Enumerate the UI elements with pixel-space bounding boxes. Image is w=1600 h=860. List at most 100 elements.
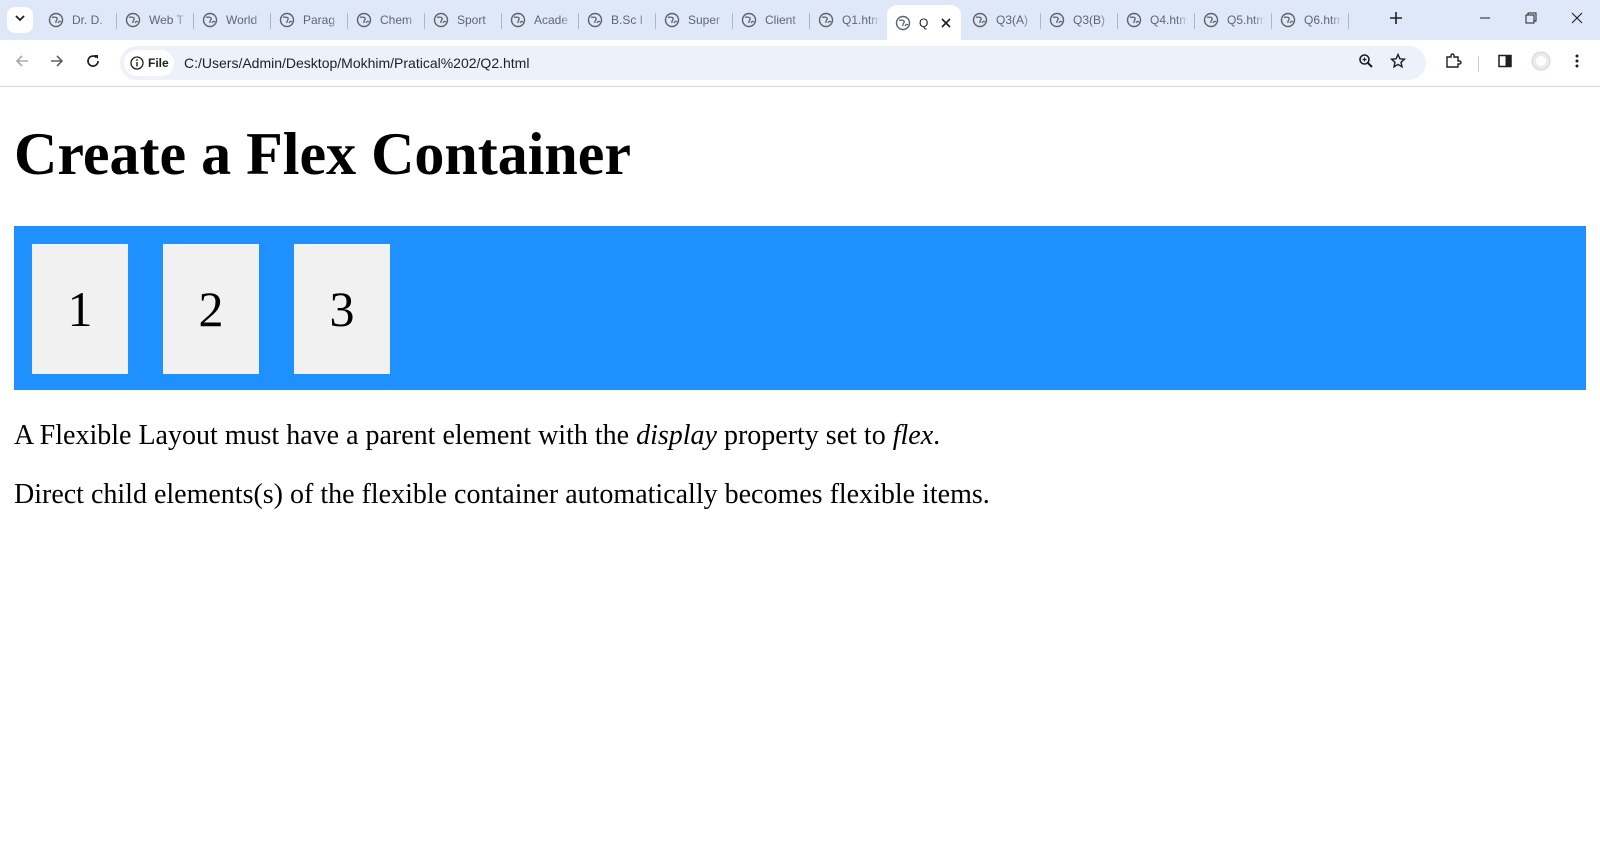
tab-label: World xyxy=(226,13,258,27)
reload-icon xyxy=(85,53,101,74)
tab-label: Dr. D. xyxy=(72,13,103,27)
forward-button[interactable] xyxy=(43,49,71,77)
puzzle-icon xyxy=(1444,52,1462,75)
browser-tab[interactable]: Q3(A) xyxy=(964,5,1041,35)
globe-icon xyxy=(1049,12,1065,28)
url-text[interactable]: C:/Users/Admin/Desktop/Mokhim/Pratical%2… xyxy=(184,46,529,80)
flex-item: 2 xyxy=(163,244,259,374)
browser-tab[interactable]: Q6.htm xyxy=(1272,5,1349,35)
tab-label: Web T xyxy=(149,13,184,27)
tab-label: B.Sc I xyxy=(611,13,644,27)
globe-icon xyxy=(972,12,988,28)
minimize-button[interactable] xyxy=(1462,0,1508,40)
tab-label: Super xyxy=(688,13,721,27)
side-panel-button[interactable] xyxy=(1491,49,1519,77)
menu-button[interactable] xyxy=(1563,49,1591,77)
flex-item: 1 xyxy=(32,244,128,374)
browser-tab[interactable]: Sport xyxy=(425,5,502,35)
paragraph-text: . xyxy=(933,420,941,451)
globe-icon xyxy=(1203,12,1219,28)
tab-label: Acade xyxy=(534,13,569,27)
new-tab-button[interactable] xyxy=(1384,8,1408,32)
browser-tab[interactable]: B.Sc I xyxy=(579,5,656,35)
globe-icon xyxy=(741,12,757,28)
tab-label: Client xyxy=(765,13,796,27)
side-panel-icon xyxy=(1497,53,1513,74)
globe-icon xyxy=(279,12,295,28)
zoom-button[interactable] xyxy=(1354,51,1378,75)
arrow-right-icon xyxy=(49,53,65,74)
close-icon xyxy=(1571,11,1583,29)
globe-icon xyxy=(664,12,680,28)
paragraph-text: property set to xyxy=(716,420,893,451)
tab-label: Q1.htm xyxy=(842,13,880,27)
profile-button[interactable] xyxy=(1527,49,1555,77)
tab-strip: Dr. D. Web T World Parag Chem Sport Acade B.Sc … xyxy=(0,0,1600,40)
browser-toolbar: File C:/Users/Admin/Desktop/Mokhim/Prati… xyxy=(0,40,1600,87)
browser-tab[interactable]: Q4.htm xyxy=(1118,5,1195,35)
browser-tab[interactable]: Client xyxy=(733,5,810,35)
chevron-down-icon xyxy=(14,11,26,29)
browser-tab[interactable]: Q3(B) xyxy=(1041,5,1118,35)
arrow-left-icon xyxy=(14,53,30,74)
browser-tab[interactable]: Parag xyxy=(271,5,348,35)
emphasis-display: display xyxy=(636,420,717,451)
globe-icon xyxy=(587,12,603,28)
toolbar-divider xyxy=(1478,56,1479,72)
tab-label: Parag xyxy=(303,13,336,27)
page-content: Create a Flex Container 1 2 3 A Flexible… xyxy=(0,87,1600,860)
restore-icon xyxy=(1525,11,1537,29)
star-icon xyxy=(1389,52,1407,74)
address-bar[interactable]: File C:/Users/Admin/Desktop/Mokhim/Prati… xyxy=(120,46,1426,80)
browser-tab[interactable]: Web T xyxy=(117,5,194,35)
globe-icon xyxy=(818,12,834,28)
close-tab-icon[interactable] xyxy=(941,17,951,28)
browser-tab[interactable]: Q xyxy=(887,5,961,40)
back-button[interactable] xyxy=(8,49,36,77)
browser-tab[interactable]: Super xyxy=(656,5,733,35)
tab-search-button[interactable] xyxy=(7,7,33,33)
reload-button[interactable] xyxy=(79,49,107,77)
tab-label: Q6.htm xyxy=(1304,13,1342,27)
plus-icon xyxy=(1389,11,1403,30)
bookmark-button[interactable] xyxy=(1386,51,1410,75)
avatar xyxy=(1531,51,1551,76)
globe-icon xyxy=(125,12,141,28)
flex-item: 3 xyxy=(294,244,390,374)
browser-tab[interactable]: Q1.htm xyxy=(810,5,887,35)
tab-label: Q xyxy=(919,15,929,30)
flex-container: 1 2 3 xyxy=(14,226,1586,390)
minimize-icon xyxy=(1479,11,1491,29)
browser-tab[interactable]: Dr. D. xyxy=(40,5,117,35)
site-info-label: File xyxy=(148,56,169,70)
extensions-button[interactable] xyxy=(1439,49,1467,77)
globe-icon xyxy=(1126,12,1142,28)
globe-icon xyxy=(202,12,218,28)
site-info-chip[interactable]: File xyxy=(124,50,174,76)
tab-label: Q4.htm xyxy=(1150,13,1188,27)
tab-label: Chem xyxy=(380,13,413,27)
tab-label: Sport xyxy=(457,13,486,27)
restore-button[interactable] xyxy=(1508,0,1554,40)
tab-label: Q3(B) xyxy=(1073,13,1106,27)
globe-icon xyxy=(48,12,64,28)
zoom-icon xyxy=(1358,53,1374,74)
browser-tab[interactable]: World xyxy=(194,5,271,35)
description-paragraph: Direct child elements(s) of the flexible… xyxy=(14,479,990,510)
globe-icon xyxy=(356,12,372,28)
browser-tab[interactable]: Chem xyxy=(348,5,425,35)
tab-separator xyxy=(1348,13,1349,29)
paragraph-text: A Flexible Layout must have a parent ele… xyxy=(14,420,637,451)
tab-label: Q5.htm xyxy=(1227,13,1265,27)
info-icon xyxy=(130,56,144,70)
emphasis-flex: flex xyxy=(892,420,934,451)
browser-tab[interactable]: Acade xyxy=(502,5,579,35)
globe-icon xyxy=(433,12,449,28)
globe-icon xyxy=(1280,12,1296,28)
browser-tab[interactable]: Q5.htm xyxy=(1195,5,1272,35)
page-title: Create a Flex Container xyxy=(14,121,632,187)
description-paragraph: A Flexible Layout must have a parent ele… xyxy=(14,422,940,450)
close-window-button[interactable] xyxy=(1554,0,1600,40)
globe-icon xyxy=(895,15,911,31)
more-vert-icon xyxy=(1569,53,1585,74)
